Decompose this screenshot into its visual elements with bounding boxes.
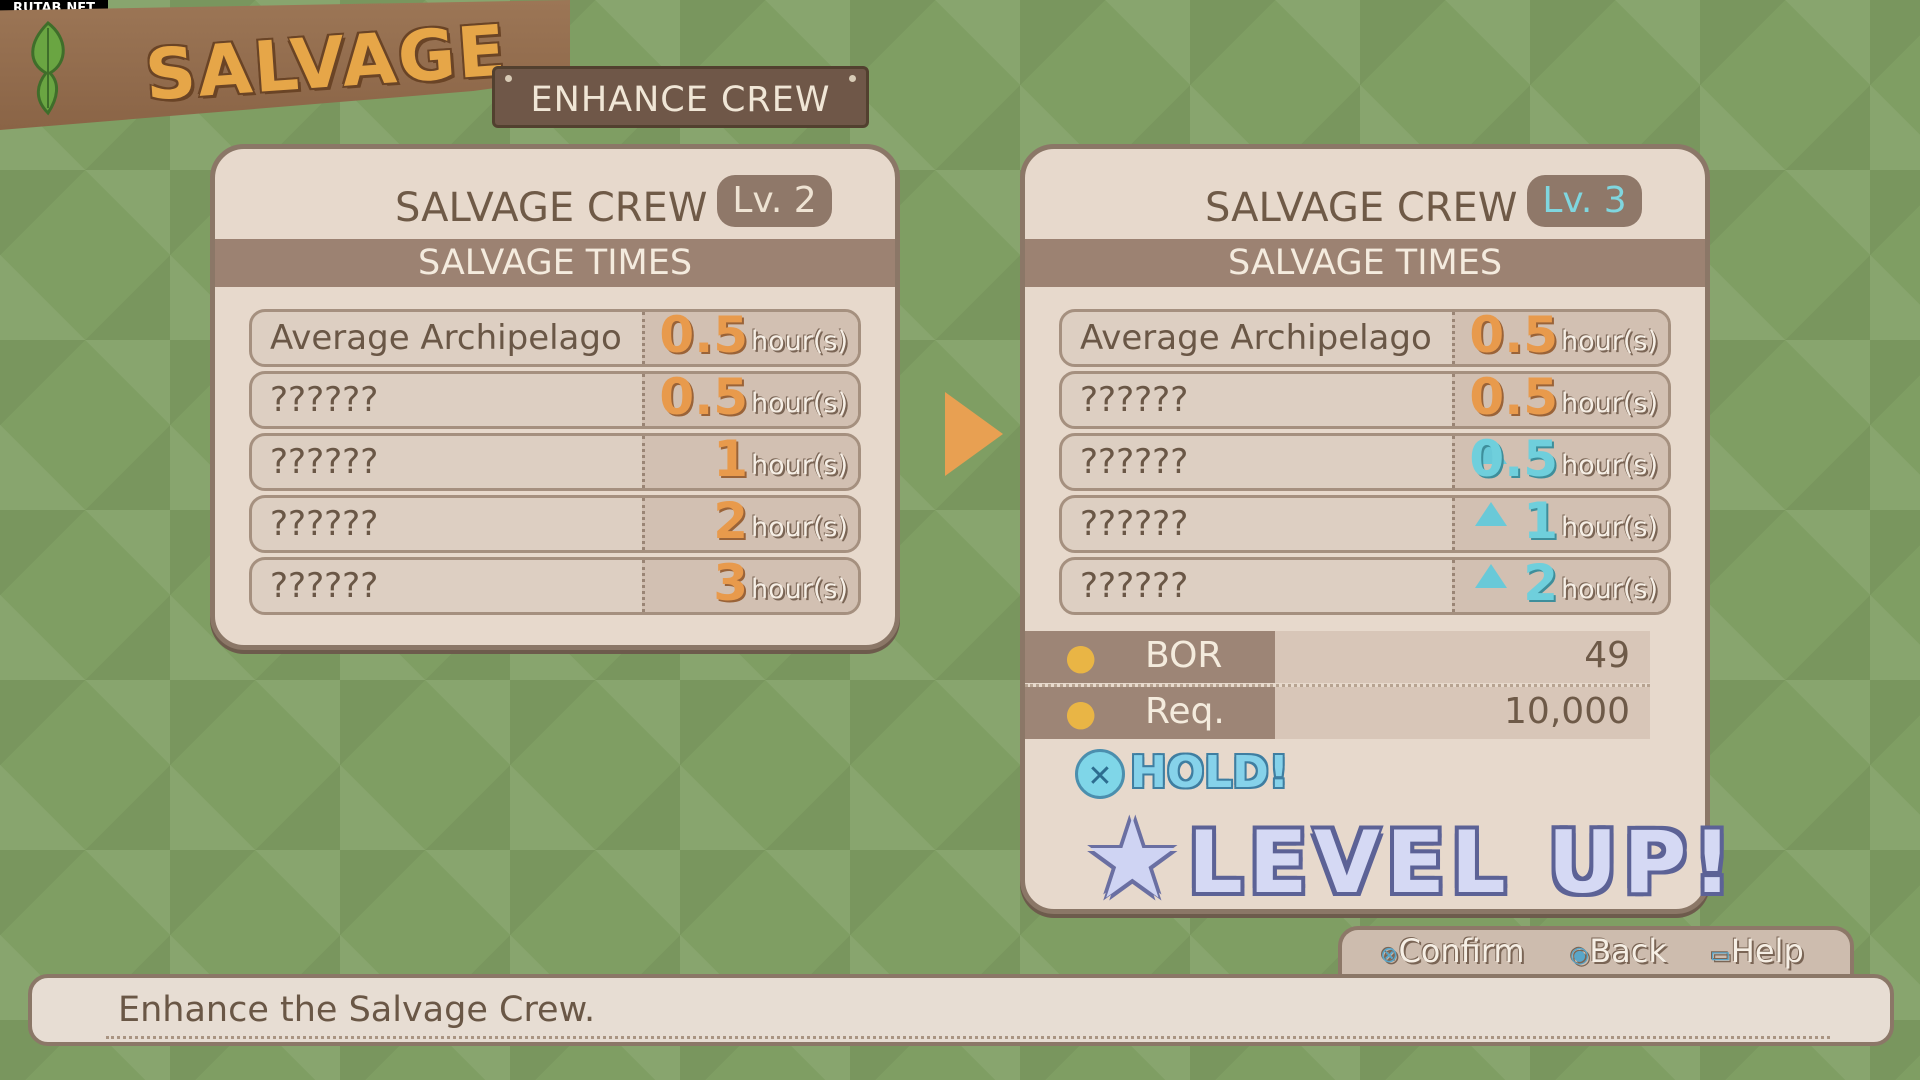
improved-arrow-icon [1475,502,1507,526]
time-unit: hour(s) [751,326,848,357]
circle-button-icon: ◉ [1570,943,1590,968]
time-unit: hour(s) [1561,388,1658,419]
time-value: 2 [1523,557,1558,612]
cost-row-bor: ● BOR 49 [1025,631,1650,683]
section-header: SALVAGE TIMES [1025,239,1705,287]
area-name: ?????? [270,380,379,420]
panel-title: SALVAGE CREW [1205,185,1518,231]
time-unit: hour(s) [751,574,848,605]
time-value: 0.5 [1469,371,1558,426]
area-name: Average Archipelago [270,318,622,358]
area-name: ?????? [1080,504,1189,544]
value-cell: 2 hour(s) [642,498,858,550]
salvage-time-row: ?????? 2 hour(s) [1059,557,1671,615]
time-value: 0.5 [1469,309,1558,364]
coin-icon: ● [1065,693,1097,734]
cost-label-cell: ● BOR [1025,631,1275,683]
time-value: 0.5 [659,309,748,364]
salvage-time-row: ?????? 1 hour(s) [1059,495,1671,553]
salvage-time-row: ?????? 0.5 hour(s) [1059,371,1671,429]
star-icon: ★ [1083,795,1182,923]
time-value: 2 [713,495,748,550]
cost-label: Req. [1145,691,1225,732]
value-cell: 0.5 hour(s) [1452,374,1668,426]
hold-label: HOLD! [1130,747,1289,798]
time-value: 3 [713,557,748,612]
level-badge-next: Lv. 3 [1527,175,1642,227]
cross-button-icon: ✕ [1075,749,1125,799]
salvage-time-row: ?????? 0.5 hour(s) [249,371,861,429]
cost-value: 10,000 [1504,691,1630,732]
cost-value-cell: 49 [1275,631,1650,683]
cost-label: BOR [1145,635,1223,676]
value-cell: 3 hour(s) [642,560,858,612]
time-unit: hour(s) [751,388,848,419]
back-label: Back [1589,932,1667,970]
time-value: 0.5 [1469,433,1558,488]
cost-value: 49 [1584,635,1630,676]
area-name: Average Archipelago [1080,318,1432,358]
leaf-icon [31,21,65,116]
area-name: ?????? [270,504,379,544]
divider [106,1036,1830,1039]
time-unit: hour(s) [1561,512,1658,543]
tab-enhance-crew[interactable]: ENHANCE CREW [492,66,869,128]
cost-row-req: ● Req. 10,000 [1025,687,1650,739]
controls-bar: ⊗Confirm ◉Back ▭Help [1338,926,1854,976]
time-value: 1 [713,433,748,488]
value-cell: 1 hour(s) [1452,498,1668,550]
arrow-right-icon [945,392,1003,476]
help-label: Help [1730,932,1804,970]
area-name: ?????? [270,566,379,606]
area-name: ?????? [1080,380,1189,420]
salvage-time-row: ?????? 1 hour(s) [249,433,861,491]
coin-icon: ● [1065,637,1097,678]
level-up-label: LEVEL UP! [1188,813,1738,913]
confirm-control[interactable]: ⊗Confirm [1380,932,1525,970]
value-cell: 0.5 hour(s) [642,312,858,364]
area-name: ?????? [270,442,379,482]
time-unit: hour(s) [751,450,848,481]
time-unit: hour(s) [1561,326,1658,357]
current-level-panel: SALVAGE CREW Lv. 2 SALVAGE TIMES Average… [210,144,900,650]
salvage-time-row: ?????? 2 hour(s) [249,495,861,553]
salvage-time-row: Average Archipelago 0.5 hour(s) [1059,309,1671,367]
salvage-time-row: ?????? 3 hour(s) [249,557,861,615]
tab-rivet [849,75,856,82]
salvage-time-row: Average Archipelago 0.5 hour(s) [249,309,861,367]
help-control[interactable]: ▭Help [1710,932,1804,970]
next-level-panel: SALVAGE CREW Lv. 3 SALVAGE TIMES Average… [1020,144,1732,923]
salvage-time-row: ?????? 0.5 hour(s) [1059,433,1671,491]
touchpad-icon: ▭ [1710,943,1731,968]
tab-rivet [505,75,512,82]
value-cell: 0.5 hour(s) [1452,436,1668,488]
level-badge-current: Lv. 2 [717,175,832,227]
time-value: 1 [1523,495,1558,550]
time-unit: hour(s) [751,512,848,543]
value-cell: 0.5 hour(s) [1452,312,1668,364]
value-cell: 1 hour(s) [642,436,858,488]
improved-arrow-icon [1475,564,1507,588]
panel-title: SALVAGE CREW [395,185,708,231]
time-unit: hour(s) [1561,450,1658,481]
cost-label-cell: ● Req. [1025,687,1275,739]
message-box: Enhance the Salvage Crew. [28,974,1894,1046]
area-name: ?????? [1080,566,1189,606]
confirm-label: Confirm [1398,932,1525,970]
cross-button-icon: ⊗ [1380,943,1399,968]
value-cell: 0.5 hour(s) [642,374,858,426]
back-control[interactable]: ◉Back [1570,932,1667,970]
time-unit: hour(s) [1561,574,1658,605]
tab-label: ENHANCE CREW [530,80,831,120]
cost-value-cell: 10,000 [1275,687,1650,739]
area-name: ?????? [1080,442,1189,482]
time-value: 0.5 [659,371,748,426]
value-cell: 2 hour(s) [1452,560,1668,612]
help-message: Enhance the Salvage Crew. [118,990,596,1030]
section-header: SALVAGE TIMES [215,239,895,287]
